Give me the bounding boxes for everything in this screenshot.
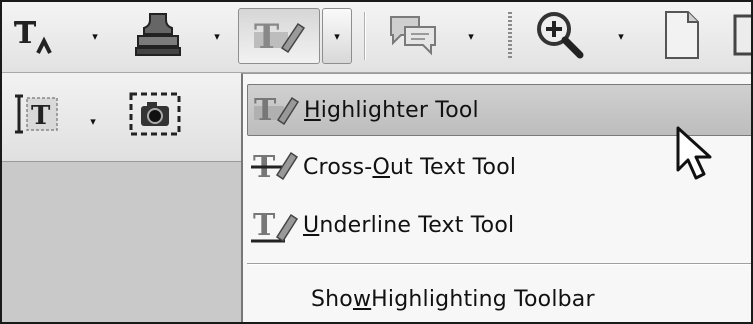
zoom-in-icon[interactable] <box>526 8 596 62</box>
comment-dropdown[interactable]: ▾ <box>462 24 480 48</box>
svg-text:T: T <box>31 101 51 131</box>
menu-separator <box>247 263 751 265</box>
underline-text-icon: T <box>247 203 303 247</box>
highlighter-tool-icon: T <box>248 88 304 132</box>
svg-text:T: T <box>254 93 277 128</box>
highlighter-icon[interactable]: T <box>238 8 320 64</box>
app-window: T ▾ ▾ T ▾ ▾ ▾ T ▾ T H ighlighter Tool T … <box>0 0 753 324</box>
secondary-toolbar: T ▾ <box>2 73 245 162</box>
highlighter-dropdown[interactable]: ▾ <box>322 8 352 64</box>
zoom-dropdown[interactable]: ▾ <box>612 24 630 48</box>
toolbar-grip[interactable] <box>508 12 512 60</box>
menu-item-label: Underline Text Tool <box>303 212 515 238</box>
select-dropdown[interactable]: ▾ <box>84 109 102 133</box>
comment-icon[interactable] <box>378 8 448 62</box>
highlight-tools-menu: T Highlighter Tool T Cross- Out Text Tool… <box>241 73 751 322</box>
chevron-down-icon: ▾ <box>618 29 624 43</box>
page-icon[interactable] <box>654 8 710 62</box>
mouse-cursor-icon <box>676 126 712 180</box>
menu-item-label: Highlighter Tool <box>304 97 479 123</box>
menu-item-show-highlighting-toolbar[interactable]: Sho w Highlighting Toolbar <box>247 274 751 322</box>
main-toolbar: T ▾ ▾ T ▾ ▾ ▾ <box>2 2 751 73</box>
svg-text:T: T <box>253 208 276 243</box>
chevron-down-icon: ▾ <box>334 29 340 43</box>
document-panel <box>2 162 245 322</box>
menu-item-label: Cross- Out Text Tool <box>303 154 517 180</box>
chevron-down-icon: ▾ <box>92 29 98 43</box>
chevron-down-icon: ▾ <box>90 114 96 128</box>
text-insert-icon[interactable]: T <box>8 8 64 62</box>
menu-item-label: Sho w Highlighting Toolbar <box>311 286 595 312</box>
toolbar-separator <box>364 12 366 60</box>
next-tool-icon[interactable] <box>728 8 751 62</box>
stamp-icon[interactable] <box>128 8 188 62</box>
svg-text:T: T <box>254 17 279 57</box>
text-insert-dropdown[interactable]: ▾ <box>86 24 104 48</box>
menu-item-underline-text-tool[interactable]: T Underline Text Tool <box>247 200 751 250</box>
select-text-icon[interactable]: T <box>10 87 66 141</box>
chevron-down-icon: ▾ <box>468 29 474 43</box>
snapshot-icon[interactable] <box>122 87 188 141</box>
svg-text:T: T <box>14 16 37 51</box>
stamp-dropdown[interactable]: ▾ <box>208 24 226 48</box>
chevron-down-icon: ▾ <box>214 29 220 43</box>
cross-out-text-icon: T <box>247 145 303 189</box>
